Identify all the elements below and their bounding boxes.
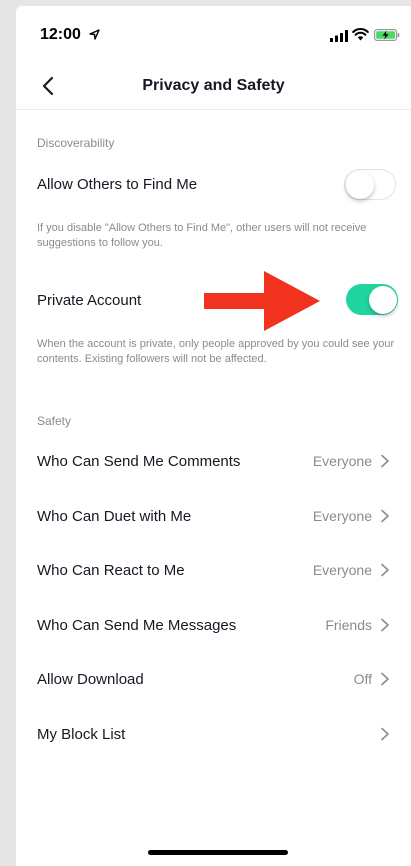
- allow-others-find-me-label: Allow Others to Find Me: [37, 175, 198, 193]
- home-indicator: [148, 850, 288, 855]
- chevron-right-icon: [381, 618, 389, 632]
- row-value: Friends: [325, 617, 372, 633]
- allow-others-find-me-description: If you disable "Allow Others to Find Me"…: [37, 222, 367, 249]
- page-title: Privacy and Safety: [142, 77, 285, 94]
- location-icon: [89, 29, 100, 40]
- row-label: Who Can Duet with Me: [37, 507, 192, 525]
- row-label: Who Can Send Me Messages: [37, 616, 237, 634]
- row-label: Who Can React to Me: [37, 561, 185, 579]
- row-value: Everyone: [312, 508, 372, 524]
- red-arrow-icon: [204, 271, 320, 331]
- my-block-list-row[interactable]: My Block List: [16, 707, 411, 761]
- phone-screen: 12:00 Privacy and Safety Discoverability…: [16, 6, 411, 866]
- who-can-react-row[interactable]: Who Can React to Me Everyone: [16, 543, 411, 597]
- allow-others-find-me-toggle[interactable]: [344, 169, 396, 200]
- private-account-description: When the account is private, only people…: [37, 338, 395, 365]
- allow-download-row[interactable]: Allow Download Off: [16, 652, 411, 706]
- row-label: Allow Download: [37, 670, 144, 688]
- row-value: Everyone: [312, 562, 372, 578]
- signal-icon: [330, 30, 348, 42]
- battery-charging-icon: [374, 29, 400, 41]
- chevron-right-icon: [381, 509, 389, 523]
- who-can-send-messages-row[interactable]: Who Can Send Me Messages Friends: [16, 598, 411, 652]
- toggle-knob: [346, 170, 374, 199]
- row-label: Who Can Send Me Comments: [37, 452, 241, 470]
- chevron-right-icon: [381, 727, 389, 741]
- section-header-safety: Safety: [37, 414, 72, 428]
- status-time: 12:00: [40, 26, 81, 43]
- chevron-right-icon: [381, 563, 389, 577]
- who-can-send-comments-row[interactable]: Who Can Send Me Comments Everyone: [16, 434, 411, 488]
- chevron-right-icon: [381, 454, 389, 468]
- toggle-knob: [368, 285, 397, 314]
- private-account-toggle[interactable]: [346, 284, 398, 315]
- nav-bar: Privacy and Safety: [16, 64, 411, 110]
- chevron-right-icon: [381, 672, 389, 686]
- who-can-duet-row[interactable]: Who Can Duet with Me Everyone: [16, 489, 411, 543]
- row-value: Everyone: [312, 453, 372, 469]
- row-label: My Block List: [37, 725, 126, 743]
- wifi-icon: [352, 28, 369, 41]
- row-value: Off: [353, 671, 372, 687]
- section-header-discoverability: Discoverability: [37, 136, 115, 150]
- status-bar: 12:00: [16, 6, 411, 64]
